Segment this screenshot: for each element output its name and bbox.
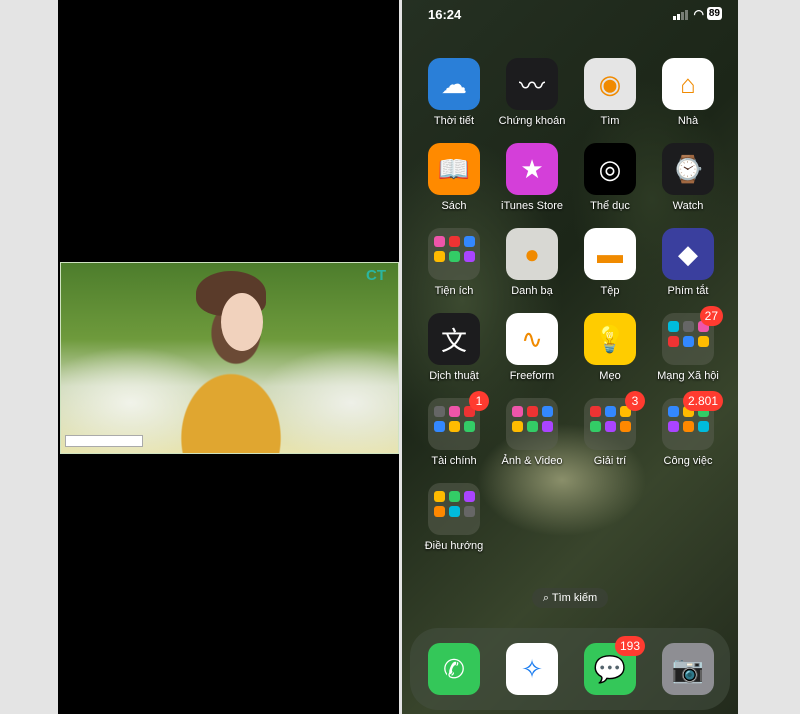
- find-my-icon: ◉: [584, 58, 636, 110]
- notification-badge: 27: [699, 306, 723, 326]
- wifi-icon: ◠: [693, 7, 704, 21]
- app-label: Tệp: [600, 285, 620, 297]
- status-time: 16:24: [428, 7, 462, 22]
- utilities-folder-icon: [428, 228, 480, 280]
- app-freeform[interactable]: ∿ Freeform: [493, 313, 571, 382]
- app-label: Thời tiết: [433, 115, 475, 127]
- app-star[interactable]: ★ iTunes Store: [493, 143, 571, 212]
- compass-icon: ✧: [506, 643, 558, 695]
- contacts-icon: ●: [506, 228, 558, 280]
- app-navigation-folder[interactable]: Điều hướng: [415, 483, 493, 552]
- app-label: Mạng Xã hội: [657, 370, 719, 382]
- navigation-folder-icon: [428, 483, 480, 535]
- phone-icon: ✆: [428, 643, 480, 695]
- folder-icon: ▬: [584, 228, 636, 280]
- camera-icon: 📷: [662, 643, 714, 695]
- app-stocks[interactable]: 〰 Chứng khoán: [493, 58, 571, 127]
- notification-badge: 193: [614, 636, 645, 656]
- dock-app-messages[interactable]: 💬 193: [571, 636, 649, 695]
- dock-app-phone[interactable]: ✆: [415, 643, 493, 695]
- app-label: Thể dục: [590, 200, 630, 212]
- app-label: Tiện ích: [434, 285, 474, 297]
- app-find-my[interactable]: ◉ Tìm: [571, 58, 649, 127]
- app-label: Tìm: [600, 115, 620, 127]
- app-contacts[interactable]: ● Danh bạ: [493, 228, 571, 297]
- app-label: Ảnh & Video: [501, 455, 563, 467]
- app-finance-folder[interactable]: 1 Tài chính: [415, 391, 493, 467]
- cellular-signal-icon: [673, 10, 688, 20]
- star-icon: ★: [506, 143, 558, 195]
- app-books[interactable]: 📖 Sách: [415, 143, 493, 212]
- stocks-icon: 〰: [506, 58, 558, 110]
- work-folder-icon: 2.801: [662, 391, 723, 450]
- battery-icon: 89: [706, 7, 722, 20]
- app-folder[interactable]: ▬ Tệp: [571, 228, 649, 297]
- activity-rings-icon: ◎: [584, 143, 636, 195]
- search-icon: ⌕: [542, 592, 552, 604]
- freeform-icon: ∿: [506, 313, 558, 365]
- books-icon: 📖: [428, 143, 480, 195]
- status-bar: 16:24 ◠ 89: [402, 7, 738, 23]
- search-label: Tìm kiếm: [551, 592, 598, 604]
- app-label: Điều hướng: [424, 540, 484, 552]
- notification-badge: 2.801: [682, 391, 723, 411]
- app-label: Dịch thuật: [429, 370, 479, 382]
- spotlight-search-button[interactable]: ⌕ Tìm kiếm: [532, 588, 608, 608]
- app-label: iTunes Store: [501, 200, 563, 212]
- app-translate[interactable]: 文 Dịch thuật: [415, 313, 493, 382]
- entertainment-folder-icon: 3: [584, 391, 645, 450]
- home-icon: ⌂: [662, 58, 714, 110]
- notification-badge: 3: [625, 391, 645, 411]
- app-label: Sách: [441, 200, 467, 212]
- app-weather[interactable]: ☁ Thời tiết: [415, 58, 493, 127]
- app-social-folder[interactable]: 27 Mạng Xã hội: [649, 306, 727, 382]
- dock-app-safari[interactable]: ✧: [493, 643, 571, 695]
- shortcuts-icon: ◆: [662, 228, 714, 280]
- app-shortcuts[interactable]: ◆ Phím tắt: [649, 228, 727, 297]
- app-label: Giải trí: [593, 455, 627, 467]
- message-icon: 💬 193: [584, 636, 645, 695]
- photo-video-folder-icon: [506, 398, 558, 450]
- app-label: Mẹo: [599, 370, 621, 382]
- app-utilities-folder[interactable]: Tiện ích: [415, 228, 493, 297]
- app-label: Tài chính: [431, 455, 477, 467]
- lightbulb-icon: 💡: [584, 313, 636, 365]
- app-activity-rings[interactable]: ◎ Thể dục: [571, 143, 649, 212]
- weather-icon: ☁: [428, 58, 480, 110]
- video-player[interactable]: CT: [60, 262, 399, 454]
- watch-icon: ⌚: [662, 143, 714, 195]
- left-phone-screen: CT: [58, 0, 399, 714]
- dock-app-camera[interactable]: 📷: [649, 643, 727, 695]
- app-label: Chứng khoán: [498, 115, 566, 127]
- video-person-face: [221, 293, 263, 351]
- app-label: Watch: [672, 200, 704, 212]
- app-work-folder[interactable]: 2.801 Công việc: [649, 391, 727, 467]
- app-label: Phím tắt: [667, 285, 709, 297]
- app-lightbulb[interactable]: 💡 Mẹo: [571, 313, 649, 382]
- app-label: Nhà: [677, 115, 699, 127]
- home-screen: 16:24 ◠ 89 ☁ Thời tiết 〰 Chứng khoán ◉ Tìm ⌂ Nh…: [402, 0, 738, 714]
- notification-badge: 1: [469, 391, 489, 411]
- app-label: Danh bạ: [511, 285, 553, 297]
- translate-icon: 文: [428, 313, 480, 365]
- app-photo-video-folder[interactable]: Ảnh & Video: [493, 398, 571, 467]
- video-caption-tag: [65, 435, 143, 447]
- app-label: Freeform: [509, 370, 555, 382]
- app-entertainment-folder[interactable]: 3 Giải trí: [571, 391, 649, 467]
- social-folder-icon: 27: [662, 306, 723, 365]
- app-home[interactable]: ⌂ Nhà: [649, 58, 727, 127]
- app-watch[interactable]: ⌚ Watch: [649, 143, 727, 212]
- app-label: Công việc: [663, 455, 713, 467]
- finance-folder-icon: 1: [428, 391, 489, 450]
- channel-logo: CT: [366, 267, 386, 284]
